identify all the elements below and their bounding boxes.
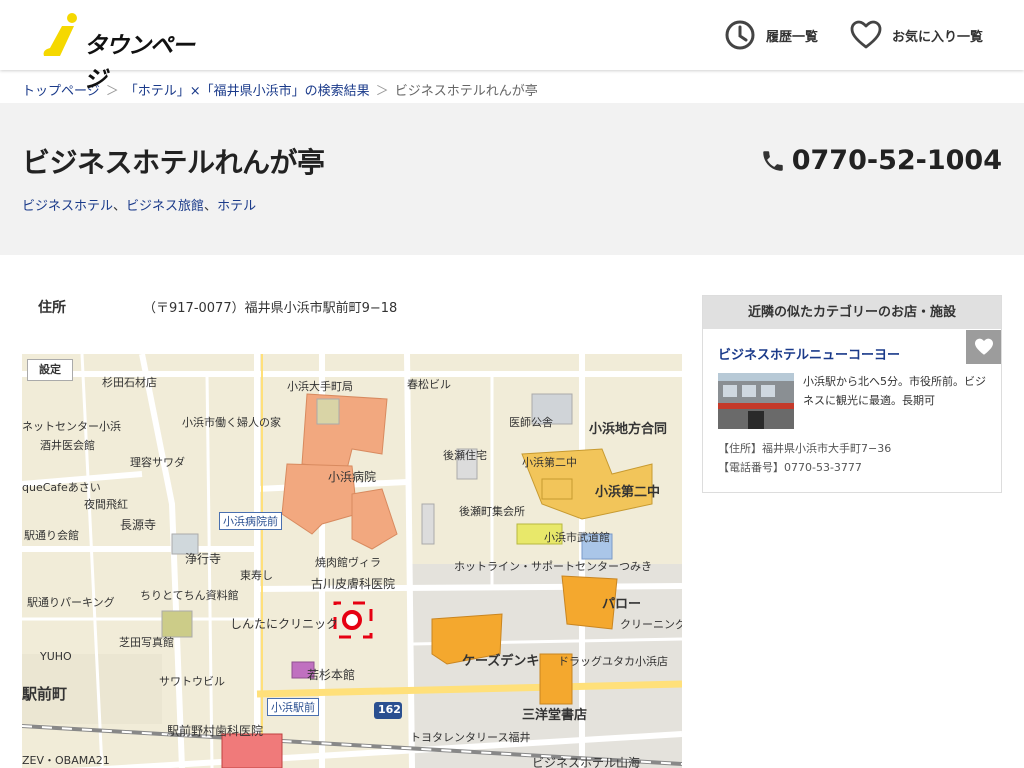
nearby-hotel-photo[interactable] [718, 373, 794, 429]
phone-text: 0770-52-1004 [791, 145, 1002, 176]
route-number-label: 162 [378, 703, 401, 716]
category-list: ビジネスホテル、ビジネス旅館、ホテル [22, 195, 256, 214]
map-label: 浄行寺 [185, 552, 222, 566]
category-separator: 、 [204, 199, 218, 214]
map-label: サワトウビル [159, 675, 225, 688]
map[interactable]: 設定 杉田石材店 小浜大手町局 春松ビル 小浜市働く婦人の家 医師公舎 小浜地方… [22, 354, 682, 768]
map-label: 小浜病院 [328, 470, 377, 484]
map-label: 小浜市働く婦人の家 [182, 416, 281, 429]
map-label: 後瀬住宅 [443, 449, 487, 462]
nearby-phone: 【電話番号】0770-53-3777 [718, 461, 862, 474]
map-label: 小浜大手町局 [287, 380, 353, 393]
nearby-info: 【住所】福井県小浜市大手町7−36 【電話番号】0770-53-3777 [718, 439, 891, 477]
add-favorite-button[interactable] [966, 330, 1001, 364]
logo-i-icon [43, 13, 77, 56]
nearby-description: 小浜駅から北へ5分。市役所前。ビジネスに観光に最適。長期可 [803, 375, 986, 407]
map-label: ケーズデンキ [462, 654, 540, 669]
phone-icon [762, 150, 783, 171]
map-label: 小浜病院前 [219, 512, 282, 530]
nearby-heading: 近隣の似たカテゴリーのお店・施設 [703, 296, 1001, 329]
map-label: ネットセンター小浜 [22, 420, 121, 433]
map-label: ちりとてちん資料館 [140, 589, 239, 602]
breadcrumb-current: ビジネスホテルれんが亭 [394, 84, 538, 99]
address-value: （〒917-0077）福井県小浜市駅前町9−18 [143, 301, 398, 316]
site-header: タウンページ 履歴一覧 お気に入り一覧 [0, 0, 1024, 93]
clock-icon [725, 20, 755, 50]
map-label: YUHO [40, 650, 72, 663]
map-label: 理容サワダ [130, 456, 185, 469]
map-label: 医師公舎 [509, 416, 553, 429]
map-label: 酒井医会館 [40, 439, 95, 452]
map-label: 小浜地方合同 [589, 422, 668, 437]
nearby-hotel-link[interactable]: ビジネスホテルニューコーヨー [718, 344, 900, 363]
heart-icon [850, 20, 882, 49]
map-label: しんたにクリニック [230, 617, 339, 631]
map-label: 後瀬町集会所 [459, 505, 525, 518]
map-label: 古川皮膚科医院 [311, 577, 396, 591]
category-link[interactable]: ビジネスホテル [22, 199, 113, 214]
category-link[interactable]: ホテル [217, 199, 256, 214]
map-label: 東寿し [240, 569, 273, 582]
category-separator: 、 [113, 199, 127, 214]
business-title-area: ビジネスホテルれんが亭 ビジネスホテル、ビジネス旅館、ホテル 0770-52-1… [0, 103, 1024, 255]
map-label: ビジネスホテル山海 [532, 756, 641, 768]
site-logo[interactable]: タウンページ [40, 10, 210, 93]
breadcrumb-separator: ＞ [375, 84, 389, 99]
favorites-label: お気に入り一覧 [892, 29, 984, 45]
map-label: 長源寺 [120, 518, 157, 532]
map-label: 小浜駅前 [267, 698, 319, 716]
photo-image [718, 373, 794, 429]
address-label: 住所 [38, 300, 66, 316]
category-link[interactable]: ビジネス旅館 [126, 199, 204, 214]
nearby-panel: 近隣の似たカテゴリーのお店・施設 ビジネスホテルニューコーヨー 小浜駅から北へ5… [702, 295, 1002, 493]
map-label: ホットライン・サポートセンターつみき [454, 560, 652, 573]
map-label: 駅通りパーキング [27, 596, 115, 609]
map-label: ZEV・OBAMA21 [22, 754, 110, 767]
map-label: 小浜第二中 [522, 456, 577, 469]
nearby-address: 【住所】福井県小浜市大手町7−36 [718, 442, 892, 455]
map-label: 小浜市武道館 [544, 531, 610, 544]
favorites-link[interactable]: お気に入り一覧 [850, 18, 983, 52]
map-label: パロー [602, 597, 642, 612]
map-label: queCafeあさい [22, 481, 101, 494]
map-label: 三洋堂書店 [522, 708, 588, 723]
page-title: ビジネスホテルれんが亭 [22, 146, 325, 179]
history-label: 履歴一覧 [766, 29, 819, 45]
map-label: ドラッグユタカ小浜店 [558, 655, 668, 668]
map-settings-button[interactable]: 設定 [27, 359, 73, 381]
map-label: 駅前野村歯科医院 [167, 724, 264, 738]
map-label: 駅通り会館 [24, 529, 79, 542]
map-label: 焼肉館ヴィラ [315, 556, 381, 569]
map-label: トヨタレンタリース福井 [410, 731, 531, 744]
map-label: 春松ビル [407, 378, 451, 391]
map-label: クリーニング [620, 618, 682, 631]
map-label: 夜間飛紅 [84, 498, 128, 511]
history-link[interactable]: 履歴一覧 [724, 18, 818, 52]
map-label: 杉田石材店 [102, 376, 157, 389]
logo-text: タウンページ [84, 33, 195, 93]
map-label: 駅前町 [22, 685, 68, 703]
map-label: 芝田写真館 [119, 636, 174, 649]
heart-icon [974, 338, 993, 355]
phone-number[interactable]: 0770-52-1004 [760, 145, 1002, 176]
map-label: 小浜第二中 [595, 485, 661, 500]
map-label: 若杉本館 [307, 668, 356, 682]
